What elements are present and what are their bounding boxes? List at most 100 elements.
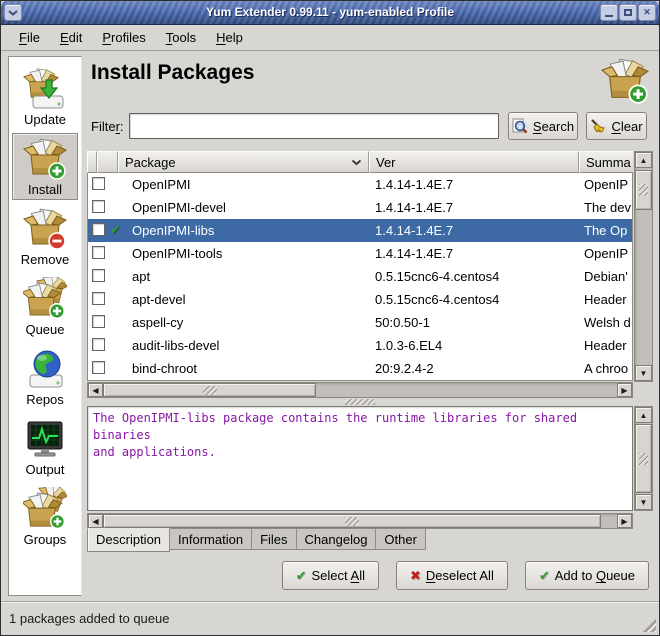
page-title: Install Packages [91, 61, 254, 85]
column-header-blank[interactable] [87, 151, 97, 173]
row-checkbox[interactable] [92, 338, 105, 351]
install-icon [23, 137, 67, 181]
table-row[interactable]: apt 0.5.15cnc6-4.centos4 Debian' [88, 265, 632, 288]
search-button[interactable]: Search [508, 112, 578, 140]
filter-input[interactable] [129, 113, 499, 139]
select-all-button[interactable]: ✔ Select All [282, 561, 379, 590]
description-textview[interactable]: The OpenIPMI-libs package contains the r… [87, 406, 633, 511]
table-row[interactable]: aspell-cy 50:0.50-1 Welsh d [88, 311, 632, 334]
column-header-summary[interactable]: Summa [579, 151, 633, 173]
repos-icon [23, 347, 67, 391]
cell-package: OpenIPMI-tools [132, 246, 362, 261]
scrollbar-thumb[interactable] [635, 170, 652, 210]
cell-summary: Debian' [584, 269, 632, 284]
table-horizontal-scrollbar[interactable]: ◀ ▶ [87, 382, 633, 398]
install-packages-icon [601, 57, 649, 105]
cell-summary: OpenIP [584, 246, 632, 261]
scrollbar-thumb[interactable] [103, 514, 601, 528]
add-to-queue-label: Add to Queue [555, 568, 635, 583]
column-header-ver[interactable]: Ver [369, 151, 579, 173]
tab-other[interactable]: Other [376, 528, 426, 550]
add-to-queue-button[interactable]: ✔ Add to Queue [525, 561, 649, 590]
scroll-down-button[interactable]: ▼ [635, 494, 652, 510]
sidebar-item-label: Queue [25, 322, 64, 337]
cell-package: OpenIPMI [132, 177, 362, 192]
menu-file[interactable]: File [9, 27, 50, 48]
remove-icon [23, 207, 67, 251]
menu-profiles[interactable]: Profiles [92, 27, 155, 48]
cell-package: audit-libs-devel [132, 338, 362, 353]
table-row[interactable]: bind-chroot 20:9.2.4-2 A chroo [88, 357, 632, 380]
menu-help[interactable]: Help [206, 27, 253, 48]
scroll-up-button[interactable]: ▲ [635, 152, 652, 168]
scroll-right-button[interactable]: ▶ [617, 514, 632, 528]
sidebar-item-output[interactable]: Output [12, 413, 78, 480]
scroll-right-button[interactable]: ▶ [617, 383, 632, 397]
pane-resize-handle[interactable] [87, 399, 633, 405]
column-header-status[interactable] [97, 151, 118, 173]
minimize-button[interactable] [600, 4, 618, 21]
clear-button[interactable]: Clear [586, 112, 647, 140]
table-row[interactable]: OpenIPMI 1.4.14-1.4E.7 OpenIP [88, 173, 632, 196]
row-checkbox[interactable] [92, 177, 105, 190]
cross-icon: ✖ [410, 568, 421, 584]
table-vertical-scrollbar[interactable]: ▲ ▼ [634, 151, 653, 382]
cell-package: bind-chroot [132, 361, 362, 376]
tab-changelog[interactable]: Changelog [297, 528, 377, 550]
description-horizontal-scrollbar[interactable]: ◀ ▶ [87, 513, 633, 529]
cell-ver: 1.4.14-1.4E.7 [375, 246, 575, 261]
cell-ver: 1.4.14-1.4E.7 [375, 177, 575, 192]
row-checkbox[interactable] [92, 315, 105, 328]
table-row[interactable]: audit-libs-devel 1.0.3-6.EL4 Header [88, 334, 632, 357]
select-all-label: Select All [312, 568, 365, 583]
sidebar-item-groups[interactable]: Groups [12, 483, 78, 550]
sidebar-item-label: Update [24, 112, 66, 127]
row-checkbox[interactable] [92, 246, 105, 259]
cell-summary: Welsh d [584, 315, 632, 330]
sort-descending-icon [351, 159, 362, 166]
sidebar-item-queue[interactable]: Queue [12, 273, 78, 340]
table-row[interactable]: OpenIPMI-tools 1.4.14-1.4E.7 OpenIP [88, 242, 632, 265]
row-checkbox[interactable] [92, 269, 105, 282]
row-checkbox[interactable] [92, 361, 105, 374]
row-checkbox[interactable] [92, 200, 105, 213]
cell-package: OpenIPMI-libs [132, 223, 362, 238]
table-row[interactable]: OpenIPMI-devel 1.4.14-1.4E.7 The dev [88, 196, 632, 219]
cell-ver: 0.5.15cnc6-4.centos4 [375, 292, 575, 307]
package-table: OpenIPMI 1.4.14-1.4E.7 OpenIP OpenIPMI-d… [87, 173, 633, 381]
menu-tools[interactable]: Tools [156, 27, 206, 48]
tab-files[interactable]: Files [252, 528, 296, 550]
scrollbar-thumb[interactable] [635, 424, 652, 493]
close-icon: ✕ [643, 7, 651, 18]
description-vertical-scrollbar[interactable]: ▲ ▼ [634, 406, 653, 511]
menu-edit[interactable]: Edit [50, 27, 92, 48]
column-header-package[interactable]: Package [118, 151, 369, 173]
row-checkbox[interactable] [92, 223, 105, 236]
cell-ver: 1.0.3-6.EL4 [375, 338, 575, 353]
table-header: Package Ver Summa [87, 151, 633, 173]
sidebar-item-install[interactable]: Install [12, 133, 78, 200]
maximize-button[interactable] [619, 4, 637, 21]
tab-description[interactable]: Description [87, 528, 170, 552]
cell-summary: The Op [584, 223, 632, 238]
check-icon: ✔ [296, 568, 307, 584]
sidebar-item-repos[interactable]: Repos [12, 343, 78, 410]
deselect-all-button[interactable]: ✖ Deselect All [396, 561, 508, 590]
scroll-down-button[interactable]: ▼ [635, 365, 652, 381]
table-row[interactable]: apt-devel 0.5.15cnc6-4.centos4 Header [88, 288, 632, 311]
cell-package: aspell-cy [132, 315, 362, 330]
scroll-up-button[interactable]: ▲ [635, 407, 652, 423]
titlebar[interactable]: Yum Extender 0.99.11 - yum-enabled Profi… [1, 1, 659, 25]
row-checkbox[interactable] [92, 292, 105, 305]
sidebar-item-remove[interactable]: Remove [12, 203, 78, 270]
close-button[interactable]: ✕ [638, 4, 656, 21]
arrow-left-icon: ◀ [92, 517, 98, 526]
sidebar-item-update[interactable]: Update [12, 63, 78, 130]
scroll-left-button[interactable]: ◀ [88, 514, 103, 528]
resize-grip[interactable] [642, 618, 656, 632]
table-row-selected[interactable]: ✔ OpenIPMI-libs 1.4.14-1.4E.7 The Op [88, 219, 632, 242]
check-icon: ✔ [539, 568, 550, 584]
scrollbar-thumb[interactable] [103, 383, 316, 397]
scroll-left-button[interactable]: ◀ [88, 383, 103, 397]
tab-information[interactable]: Information [170, 528, 252, 550]
